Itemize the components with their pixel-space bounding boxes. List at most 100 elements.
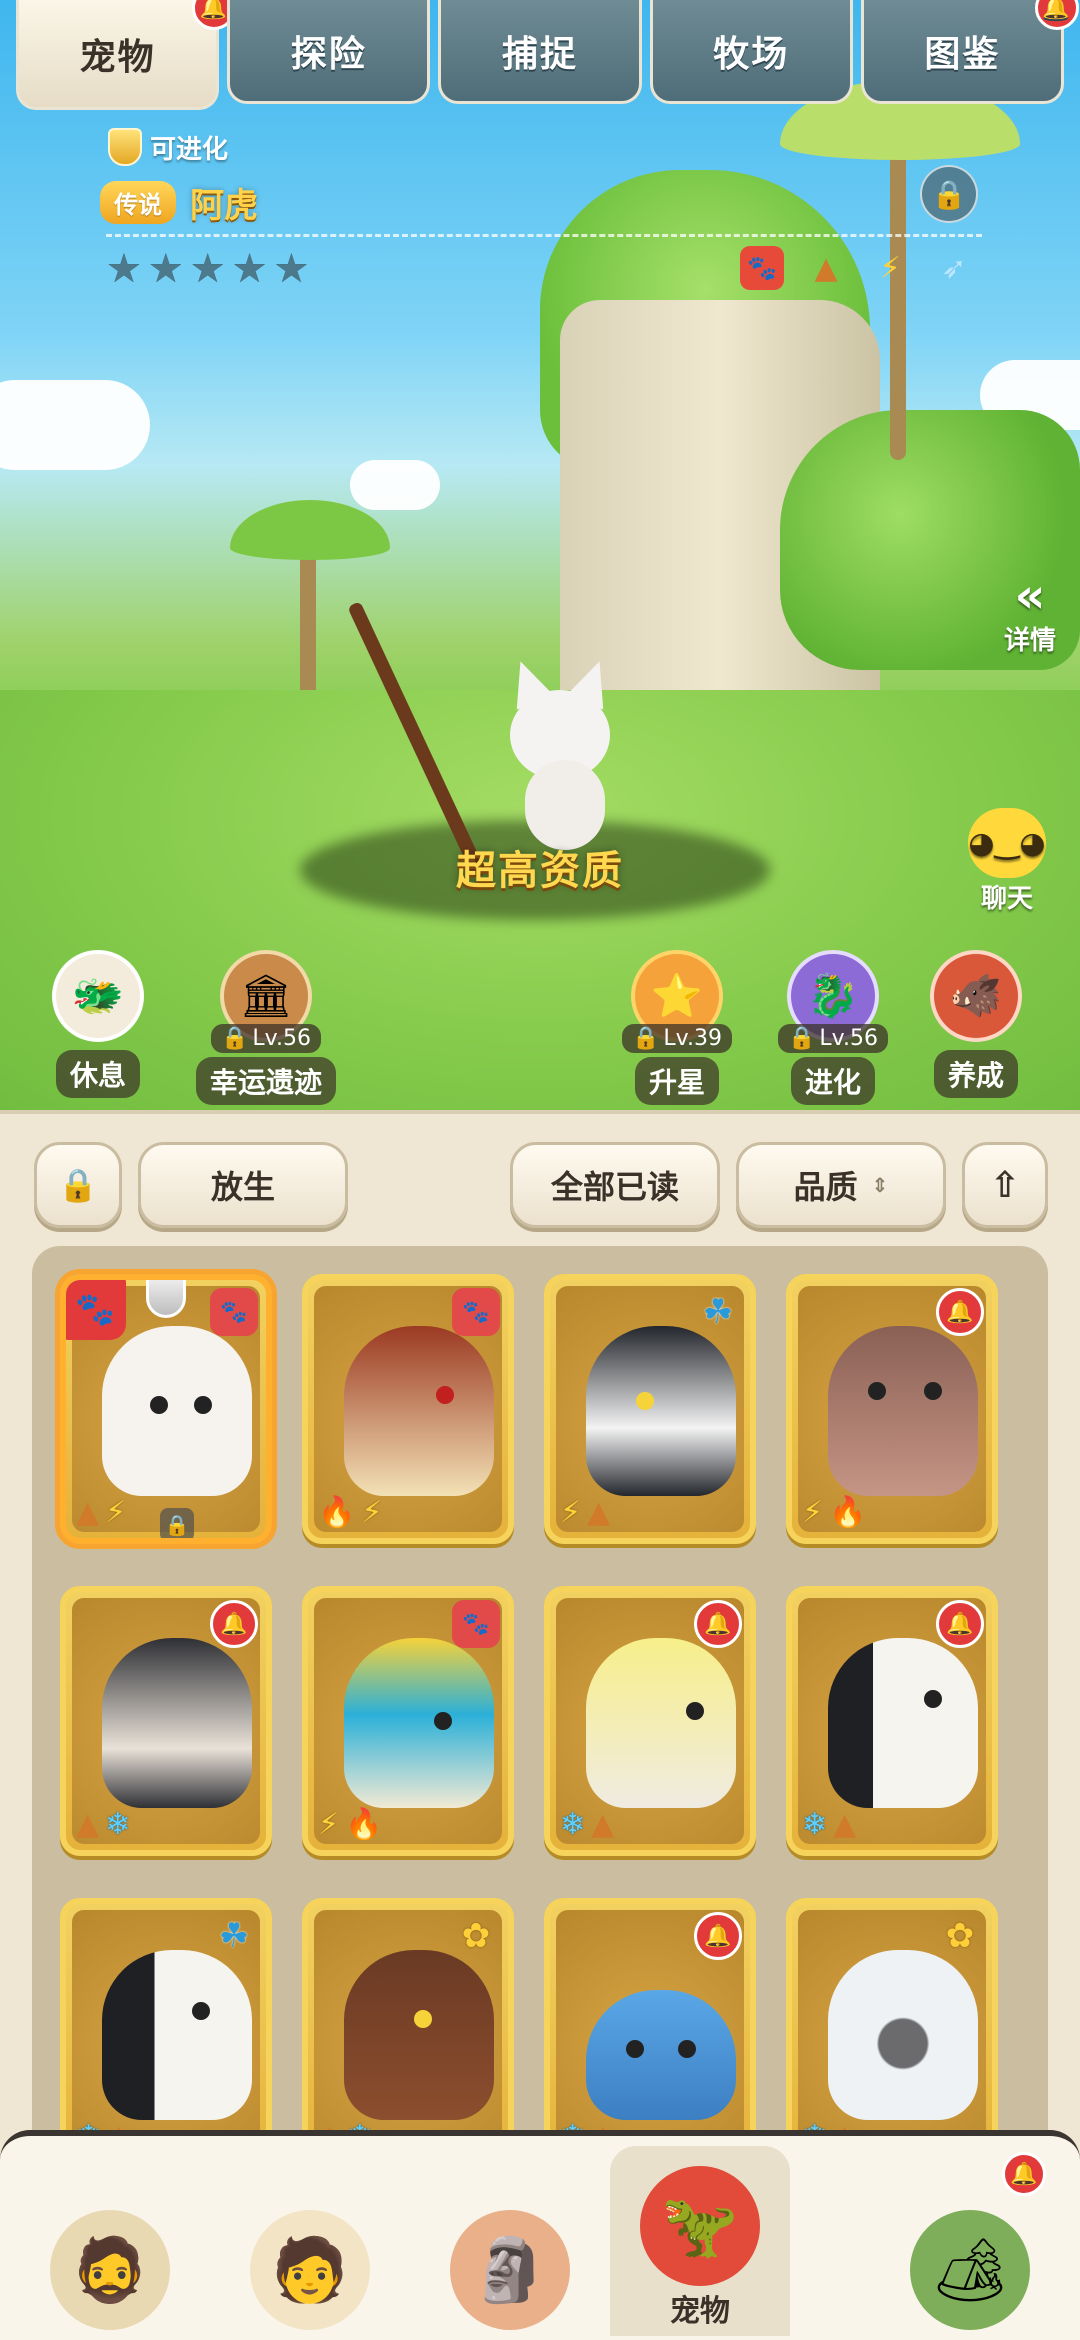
pet-scene xyxy=(0,0,1080,1110)
wing-icon[interactable]: ➶ xyxy=(932,246,976,290)
bell-icon: 🔔 xyxy=(936,1288,984,1336)
paw-icon[interactable]: 🐾 xyxy=(740,246,784,290)
pet-card-white-cat[interactable]: 🐾 🐾 ▲ ⚡ 🔒 xyxy=(60,1274,272,1544)
evolvable-tag: 可进化 xyxy=(108,128,228,166)
element-icons: ❄▲ xyxy=(802,1807,856,1842)
sort-label: 品质 xyxy=(793,1168,858,1206)
ground-icon: ▲ xyxy=(591,1807,615,1842)
lock-icon: 🔒 xyxy=(931,177,967,211)
gold-gear-icon: ✿ xyxy=(461,1916,491,1956)
action-star-up[interactable]: ⭐ 🔒 Lv.39 升星 xyxy=(622,950,732,1105)
pet-card-blue-whale[interactable]: 🔔 ❄▲ xyxy=(544,1898,756,2168)
action-label: 进化 xyxy=(790,1057,875,1105)
star-icon: ★ xyxy=(147,246,184,292)
nav-shop[interactable]: 🏕 🔔 xyxy=(880,2146,1060,2336)
pet-card-yeti[interactable]: ✿ ❄▲ xyxy=(786,1898,998,2168)
bolt-icon: ⚡ xyxy=(560,1495,582,1530)
nav-caveman[interactable]: 🧑 xyxy=(220,2146,400,2336)
chat-face-icon: ◕‿◕ xyxy=(968,808,1046,878)
pet-portrait xyxy=(344,1326,494,1496)
pet-card-blue-dragon[interactable]: 🐾 ⚡ 🔥 xyxy=(302,1586,514,1856)
ground-icon: ▲ xyxy=(76,1807,100,1842)
paw-badge-icon: 🐾 xyxy=(210,1288,258,1336)
pet-card-fire-penguin[interactable]: 🐾 🔥 ⚡ xyxy=(302,1274,514,1544)
chat-button[interactable]: ◕‿◕ 聊天 xyxy=(968,808,1046,915)
bolt-icon: ⚡ xyxy=(361,1495,383,1530)
tab-label: 宠物 xyxy=(79,36,156,78)
snowflake-icon: ❄ xyxy=(105,1807,131,1842)
lock-icon: 🔒 xyxy=(160,1508,194,1538)
tab-adventure[interactable]: 探险 xyxy=(227,0,431,104)
tab-ranch[interactable]: 牧场 xyxy=(649,0,853,104)
sort-quality-select[interactable]: 品质 ⇕ xyxy=(736,1142,946,1228)
bottom-nav: 🧔 🧑 🗿 🦖 宠物 🏕 🔔 xyxy=(0,2130,1080,2340)
evolvable-label: 可进化 xyxy=(150,134,229,165)
level-text: Lv.56 xyxy=(252,1026,311,1051)
pet-card-puffin-2[interactable]: ☘ ❄▲ xyxy=(60,1898,272,2168)
divider xyxy=(106,234,982,237)
tab-capture[interactable]: 捕捉 xyxy=(438,0,642,104)
release-label: 放生 xyxy=(210,1168,275,1206)
eye xyxy=(924,1382,942,1400)
totem-icon: 🗿 xyxy=(450,2210,570,2330)
pet-model-body[interactable] xyxy=(525,760,605,850)
bell-icon: 🔔 xyxy=(1002,2152,1046,2196)
bell-icon: 🔔 xyxy=(210,1600,258,1648)
star-rating: ★ ★ ★ ★ ★ xyxy=(106,246,309,292)
bolt-icon[interactable]: ⚡ xyxy=(868,246,912,290)
pet-portrait xyxy=(586,1638,736,1808)
shop-icon: 🏕 xyxy=(910,2210,1030,2330)
quality-label: 超高资质 xyxy=(456,848,624,894)
action-evolve[interactable]: 🐉 🔒 Lv.56 进化 xyxy=(778,950,888,1105)
action-nurture[interactable]: 🐗 养成 xyxy=(930,950,1022,1098)
action-label: 升星 xyxy=(634,1057,719,1105)
pet-portrait xyxy=(102,1638,252,1808)
tab-label: 探险 xyxy=(290,33,367,75)
lock-toggle-button[interactable]: 🔒 xyxy=(34,1142,122,1228)
pet-portrait xyxy=(828,1950,978,2120)
pet-card-black-wolf[interactable]: ☘ ⚡ ▲ xyxy=(544,1274,756,1544)
ground-icon[interactable]: ▲ xyxy=(804,246,848,290)
eye xyxy=(436,1386,454,1404)
pet-name: 阿虎 xyxy=(190,186,258,226)
eye xyxy=(414,2010,432,2028)
mark-all-read-button[interactable]: 全部已读 xyxy=(510,1142,720,1228)
eye xyxy=(626,2040,644,2058)
tab-label: 图鉴 xyxy=(924,33,1001,75)
action-lucky-ruins[interactable]: 🏛 🔒 Lv.56 幸运遗迹 xyxy=(196,950,337,1105)
arrow-up-icon: ⇧ xyxy=(989,1164,1021,1206)
scroll-top-button[interactable]: ⇧ xyxy=(962,1142,1048,1228)
pet-card-rock-turtle[interactable]: 🔔 ▲ ❄ xyxy=(60,1586,272,1856)
element-icons: ⚡ 🔥 xyxy=(802,1495,866,1530)
pet-portrait xyxy=(586,1990,736,2120)
pet-portrait xyxy=(102,1950,252,2120)
nav-pets[interactable]: 🦖 宠物 xyxy=(610,2146,790,2336)
eye xyxy=(636,1392,654,1410)
release-button[interactable]: 放生 xyxy=(138,1142,348,1228)
tab-pets[interactable]: 宠物 🔔 xyxy=(16,0,237,110)
bell-icon: 🔔 xyxy=(936,1600,984,1648)
tab-codex[interactable]: 图鉴 🔔 xyxy=(860,0,1080,104)
lock-icon: 🔒 xyxy=(632,1026,660,1051)
paw-icon: 🐾 xyxy=(66,1280,126,1340)
details-button[interactable]: « 详情 xyxy=(1004,572,1056,657)
eye xyxy=(868,1382,886,1400)
pet-card-brown-dino[interactable]: ✿ ▲❄ xyxy=(302,1898,514,2168)
ground-icon: ▲ xyxy=(833,1807,857,1842)
star-icon: ★ xyxy=(231,246,268,292)
ground-icon: ▲ xyxy=(76,1495,100,1530)
action-rest[interactable]: 🐲 休息 xyxy=(52,950,144,1098)
action-label: 休息 xyxy=(55,1050,140,1098)
palm-tree xyxy=(890,120,906,460)
pet-portrait xyxy=(586,1326,736,1496)
action-label: 养成 xyxy=(933,1050,1018,1098)
lock-pet-button[interactable]: 🔒 xyxy=(920,165,978,223)
nav-totem[interactable]: 🗿 xyxy=(420,2146,600,2336)
pet-card-rhino-pig[interactable]: 🔔 ⚡ 🔥 xyxy=(786,1274,998,1544)
element-icons: ⚡ 🔥 xyxy=(318,1807,382,1842)
nav-tribe-chief[interactable]: 🧔 xyxy=(20,2146,200,2336)
eye xyxy=(678,2040,696,2058)
pet-card-yellow-duck[interactable]: 🔔 ❄ ▲ xyxy=(544,1586,756,1856)
pet-card-puffin[interactable]: 🔔 ❄ ▲ xyxy=(786,1586,998,1856)
eye xyxy=(686,1702,704,1720)
